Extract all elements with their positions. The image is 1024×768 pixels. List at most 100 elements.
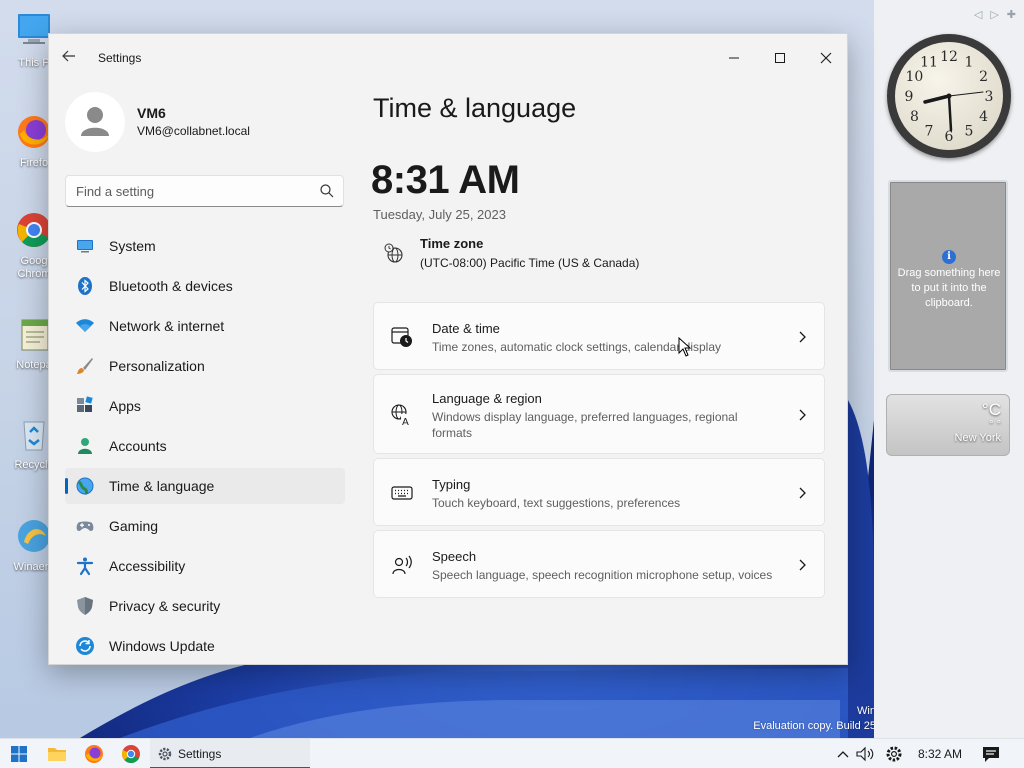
speech-icon: [392, 555, 412, 575]
clock-second-hand: [948, 91, 984, 97]
card-language-region[interactable]: A Language & region Windows display lang…: [373, 374, 825, 454]
sidebar-item-gaming[interactable]: Gaming: [65, 508, 345, 544]
weather-value: ° °: [989, 419, 1001, 431]
notification-icon[interactable]: [980, 743, 1002, 765]
clock-number: 9: [905, 89, 914, 105]
watermark-line-1: Win: [857, 705, 876, 717]
clock-dial: 12 12 3 45678 9 1011: [905, 49, 994, 145]
sidebar-item-time-language[interactable]: Time & language: [65, 468, 345, 504]
taskbar: Settings 8:32 AM: [0, 738, 1024, 768]
firefox-taskbar-icon[interactable]: [83, 743, 105, 765]
timezone-label: Time zone: [420, 236, 484, 251]
clock-number: 4: [979, 109, 988, 125]
time-language-icon: [76, 477, 94, 496]
wifi-icon: [76, 319, 94, 332]
clock-number: 12: [940, 49, 958, 65]
profile-name: VM6: [137, 105, 166, 121]
sidebar-item-windows-update[interactable]: Windows Update: [65, 628, 345, 664]
search-icon[interactable]: [319, 183, 335, 199]
card-description: Windows display language, preferred lang…: [432, 410, 738, 440]
chevron-right-icon: [799, 487, 806, 499]
card-title: Date & time: [432, 321, 500, 336]
sidebar-item-network-internet[interactable]: Network & internet: [65, 308, 345, 344]
maximize-icon: [775, 53, 785, 63]
sidebar-item-label: Apps: [109, 398, 141, 414]
watermark-line-2: Evaluation copy. Build 25: [753, 720, 876, 732]
clock-gadget: 12 1 2 3 4 5 6 7 8 9 10 11: [887, 34, 1011, 158]
gadget-sidebar: ◁ ▷ ✚ 12 1 2 3 4 5 6 7 8 9 10 11 i Drag something h…: [874, 0, 1024, 738]
settings-window: Settings VM6 VM6@collabnet.local System: [48, 33, 848, 665]
taskbar-settings-button[interactable]: Settings: [150, 739, 310, 768]
user-icon: [81, 107, 109, 136]
card-typing[interactable]: Typing Touch keyboard, text suggestions,…: [373, 458, 825, 526]
prev-arrow-icon[interactable]: ◁: [974, 8, 982, 21]
window-title: Settings: [98, 51, 142, 65]
next-arrow-icon[interactable]: ▷: [990, 8, 998, 21]
back-button[interactable]: [61, 48, 83, 68]
keyboard-icon: [391, 486, 413, 500]
language-icon: A: [391, 404, 413, 427]
start-button[interactable]: [8, 743, 30, 765]
accessibility-icon: [76, 557, 94, 576]
gear-icon: [158, 747, 172, 761]
clock-minute-hand: [947, 94, 953, 132]
minimize-icon: [729, 57, 739, 59]
info-icon: i: [942, 250, 956, 264]
card-description: Time zones, automatic clock settings, ca…: [432, 340, 722, 354]
clock-number: 5: [965, 124, 974, 140]
search-input[interactable]: [65, 175, 344, 207]
chevron-up-icon[interactable]: [832, 743, 854, 765]
file-explorer-icon[interactable]: [46, 743, 68, 765]
close-button[interactable]: [803, 42, 847, 74]
calendar-clock-icon: [391, 327, 412, 347]
sidebar-item-privacy-security[interactable]: Privacy & security: [65, 588, 345, 624]
sidebar-item-apps[interactable]: Apps: [65, 388, 345, 424]
chevron-right-icon: [799, 559, 806, 571]
card-date-time[interactable]: Date & time Time zones, automatic clock …: [373, 302, 825, 370]
chrome-taskbar-icon[interactable]: [120, 743, 142, 765]
svg-text:A: A: [402, 417, 409, 427]
clock-number: 10: [905, 69, 923, 85]
page-title: Time & language: [373, 93, 577, 123]
volume-icon[interactable]: [854, 743, 876, 765]
sidebar-controls: ◁ ▷ ✚: [974, 8, 1016, 21]
current-time: 8:31 AM: [371, 158, 520, 202]
clock-number: 3: [985, 89, 994, 105]
current-date: Tuesday, July 25, 2023: [373, 207, 506, 222]
evaluation-watermark: Win Evaluation copy. Build 25: [753, 704, 876, 734]
sidebar-item-label: Personalization: [109, 358, 205, 374]
tray-clock[interactable]: 8:32 AM: [918, 747, 962, 761]
chevron-right-icon: [799, 331, 806, 343]
sidebar-item-accounts[interactable]: Accounts: [65, 428, 345, 464]
sidebar-item-label: Time & language: [109, 478, 215, 494]
back-arrow-icon: [62, 50, 75, 62]
taskbar-settings-label: Settings: [178, 747, 222, 761]
clock-number: 1: [965, 54, 974, 70]
clipboard-gadget[interactable]: i Drag something here to put it into the…: [888, 180, 1008, 372]
sidebar-item-bluetooth-devices[interactable]: Bluetooth & devices: [65, 268, 345, 304]
sidebar-item-accessibility[interactable]: Accessibility: [65, 548, 345, 584]
avatar[interactable]: [65, 92, 125, 152]
sidebar-item-personalization[interactable]: Personalization: [65, 348, 345, 384]
minimize-button[interactable]: [711, 42, 757, 74]
system-icon: [77, 240, 93, 253]
shield-icon: [77, 597, 93, 615]
sidebar-item-label: Windows Update: [109, 638, 215, 654]
card-speech[interactable]: Speech Speech language, speech recogniti…: [373, 530, 825, 598]
add-gadget-icon[interactable]: ✚: [1007, 8, 1016, 21]
weather-gadget[interactable]: °C ° ° New York: [886, 394, 1010, 456]
sidebar-item-system[interactable]: System: [65, 228, 345, 264]
clock-number: 11: [920, 54, 938, 70]
mouse-cursor-icon: [678, 337, 692, 357]
settings-tray-icon[interactable]: [883, 743, 905, 765]
weather-unit: °C: [981, 400, 1001, 419]
maximize-button[interactable]: [757, 42, 803, 74]
title-bar: Settings: [49, 34, 847, 82]
clock-number: 6: [945, 129, 954, 145]
profile-email: VM6@collabnet.local: [137, 124, 250, 138]
chevron-right-icon: [799, 409, 806, 421]
card-description: Touch keyboard, text suggestions, prefer…: [432, 496, 681, 510]
card-title: Language & region: [432, 391, 542, 406]
apps-icon: [77, 396, 93, 412]
clock-number: 7: [925, 124, 934, 140]
